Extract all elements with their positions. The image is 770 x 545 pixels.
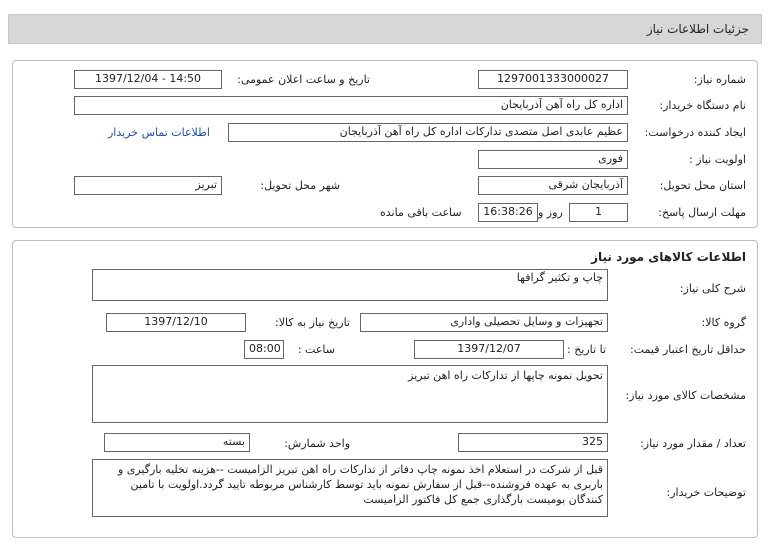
- need-number-field: 1297001333000027: [478, 70, 628, 89]
- province-field: آذربایجان شرقی: [478, 176, 628, 195]
- need-number-label: شماره نیاز:: [693, 73, 746, 86]
- notes-field: قبل از شرکت در استعلام اخذ نمونه چاپ دفا…: [92, 459, 608, 517]
- announce-field: 1397/12/04 - 14:50: [74, 70, 222, 89]
- days-word: روز و: [538, 206, 563, 219]
- time-label: ساعت :: [297, 343, 335, 356]
- qty-field: 325: [458, 433, 608, 452]
- remaining-text: ساعت باقی مانده: [380, 206, 462, 219]
- page-header: جزئیات اطلاعات نیاز: [8, 14, 762, 44]
- group-field: تجهیزات و وسایل تحصیلی واداری: [360, 313, 608, 332]
- announce-label: تاریخ و ساعت اعلان عمومی:: [237, 73, 370, 86]
- summary-label: شرح کلی نیاز:: [679, 282, 746, 295]
- validity-label: حداقل تاریخ اعتبار قیمت:: [630, 343, 746, 356]
- to-date-label: تا تاریخ :: [567, 343, 606, 356]
- priority-label: اولویت نیاز :: [688, 153, 746, 166]
- qty-label: تعداد / مقدار مورد نیاز:: [640, 437, 746, 450]
- spec-field: تحویل نمونه چاپها از تدارکات راه اهن تبر…: [92, 365, 608, 423]
- notes-label: توضیحات خریدار:: [666, 486, 747, 499]
- validity-time-field: 08:00: [244, 340, 284, 359]
- spec-label: مشخصات کالای مورد نیاز:: [625, 389, 746, 402]
- need-date-field: 1397/12/10: [106, 313, 246, 332]
- priority-field: فوری: [478, 150, 628, 169]
- buyer-contact-link[interactable]: اطلاعات تماس خریدار: [108, 126, 210, 139]
- deadline-time-field: 16:38:26: [478, 203, 538, 222]
- buyer-org-label: نام دستگاه خریدار:: [659, 99, 746, 112]
- deadline-days-field: 1: [569, 203, 628, 222]
- requester-field: عظیم عابدی اصل متصدی تدارکات اداره کل را…: [228, 123, 628, 142]
- validity-date-field: 1397/12/07: [414, 340, 564, 359]
- province-label: استان محل تحویل:: [659, 179, 746, 192]
- need-date-label: تاریخ نیاز به کالا:: [275, 316, 350, 329]
- page-title: جزئیات اطلاعات نیاز: [646, 22, 749, 36]
- deadline-label: مهلت ارسال پاسخ:: [658, 206, 746, 219]
- summary-field: چاپ و تکثیر گرافها: [92, 269, 608, 301]
- goods-section-title: اطلاعات کالاهای مورد نیاز: [591, 250, 746, 264]
- city-label: شهر محل تحویل:: [260, 179, 340, 192]
- group-label: گروه کالا:: [701, 316, 746, 329]
- unit-field: بسته: [104, 433, 250, 452]
- unit-label: واحد شمارش:: [284, 437, 350, 450]
- requester-label: ایجاد کننده درخواست:: [644, 126, 746, 139]
- buyer-org-field: اداره کل راه آهن آذربایجان: [74, 96, 628, 115]
- city-field: تبریز: [74, 176, 222, 195]
